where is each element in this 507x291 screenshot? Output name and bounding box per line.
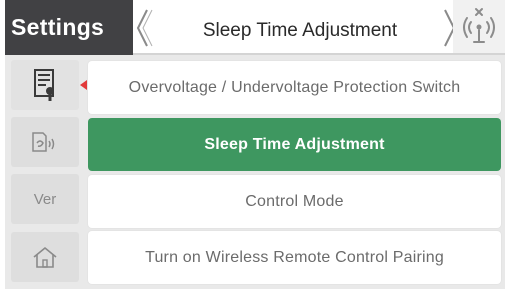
sidebar-item-version[interactable]: Ver [11, 174, 79, 224]
menu-item-wireless-pairing[interactable]: Turn on Wireless Remote Control Pairing [88, 231, 501, 284]
sidebar-item-home[interactable] [11, 232, 79, 282]
header-divider [133, 53, 505, 55]
menu-item-sleep-time[interactable]: Sleep Time Adjustment [88, 118, 501, 171]
document-settings-icon [34, 69, 54, 101]
chevron-left-icon[interactable] [133, 0, 155, 55]
selection-marker [80, 80, 87, 90]
version-icon: Ver [33, 190, 57, 208]
menu-item-control-mode[interactable]: Control Mode [88, 175, 501, 228]
header-bar: Settings Sleep Time Adjustment [5, 0, 505, 55]
page-title: Sleep Time Adjustment [202, 20, 398, 41]
wireless-disconnected-button[interactable] [453, 0, 505, 55]
home-icon [33, 247, 57, 268]
menu-item-overvoltage-protection[interactable]: Overvoltage / Undervoltage Protection Sw… [88, 61, 501, 114]
sidebar-item-settings[interactable] [11, 60, 79, 110]
wireless-off-icon [463, 8, 495, 43]
section-title: Settings [5, 0, 133, 55]
sidebar-item-remote[interactable] [11, 117, 79, 167]
hand-remote-icon [32, 132, 55, 152]
